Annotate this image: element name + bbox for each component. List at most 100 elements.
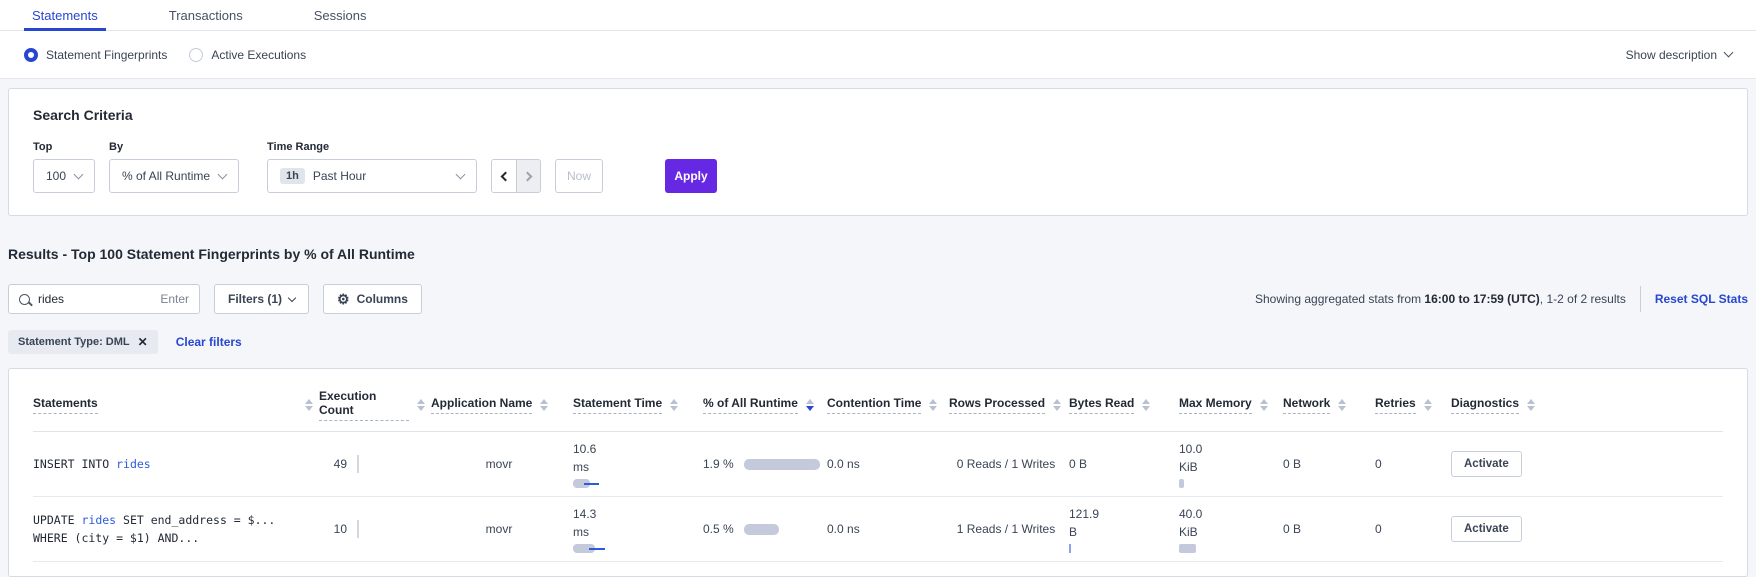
reset-sql-stats-link[interactable]: Reset SQL Stats bbox=[1655, 292, 1748, 306]
execution-count-value: 49 bbox=[319, 457, 347, 471]
stats-suffix: , 1-2 of 2 results bbox=[1540, 292, 1626, 306]
application-name-value: movr bbox=[431, 522, 573, 536]
statement-cell[interactable]: INSERT INTO rides bbox=[33, 455, 319, 473]
radio-active-executions[interactable]: Active Executions bbox=[189, 48, 306, 62]
stats-summary: Showing aggregated stats from 16:00 to 1… bbox=[1255, 292, 1626, 306]
col-max-memory[interactable]: Max Memory bbox=[1179, 396, 1252, 414]
clear-filters-link[interactable]: Clear filters bbox=[176, 335, 242, 349]
top-select-value: 100 bbox=[46, 169, 66, 183]
statements-table: Statements Execution Count Application N… bbox=[8, 368, 1748, 577]
time-range-select[interactable]: 1h Past Hour bbox=[267, 159, 477, 193]
radio-statement-fingerprints[interactable]: Statement Fingerprints bbox=[24, 48, 167, 62]
pct-runtime-bar bbox=[744, 459, 820, 470]
show-description-toggle[interactable]: Show description bbox=[1626, 48, 1732, 62]
tab-statements[interactable]: Statements bbox=[24, 0, 106, 30]
sort-bytes-read[interactable] bbox=[1142, 399, 1150, 411]
execution-count-value: 10 bbox=[319, 522, 347, 536]
filters-button[interactable]: Filters (1) bbox=[214, 284, 309, 314]
sort-network[interactable] bbox=[1338, 399, 1346, 411]
statement-time-unit: ms bbox=[573, 458, 697, 476]
time-next-button[interactable] bbox=[516, 160, 540, 192]
top-select[interactable]: 100 bbox=[33, 159, 95, 193]
bytes-read-value: 121.9 bbox=[1069, 505, 1173, 523]
sort-max-memory[interactable] bbox=[1260, 399, 1268, 411]
statement-time-value: 14.3 bbox=[573, 505, 697, 523]
sort-retries[interactable] bbox=[1424, 399, 1432, 411]
max-memory-bar bbox=[1179, 479, 1277, 488]
view-mode-row: Statement Fingerprints Active Executions… bbox=[0, 31, 1756, 79]
tab-transactions[interactable]: Transactions bbox=[161, 0, 251, 30]
statement-cell[interactable]: UPDATE rides SET end_address = $... WHER… bbox=[33, 511, 319, 548]
search-enter-label[interactable]: Enter bbox=[160, 292, 189, 306]
radio-selected-icon bbox=[24, 48, 38, 62]
search-criteria-title: Search Criteria bbox=[33, 107, 1723, 123]
contention-time-value: 0.0 ns bbox=[827, 457, 949, 471]
apply-button[interactable]: Apply bbox=[665, 159, 717, 193]
col-contention-time[interactable]: Contention Time bbox=[827, 396, 921, 414]
statement-time-unit: ms bbox=[573, 523, 697, 541]
statement-link[interactable]: rides bbox=[81, 513, 116, 527]
col-rows-processed[interactable]: Rows Processed bbox=[949, 396, 1045, 414]
col-retries[interactable]: Retries bbox=[1375, 396, 1416, 414]
now-button[interactable]: Now bbox=[555, 159, 603, 193]
col-bytes-read[interactable]: Bytes Read bbox=[1069, 396, 1134, 414]
time-nav-group bbox=[491, 159, 541, 193]
sort-rows-processed[interactable] bbox=[1053, 399, 1061, 411]
max-memory-unit: KiB bbox=[1179, 523, 1277, 541]
col-network[interactable]: Network bbox=[1283, 396, 1330, 414]
sort-execution-count[interactable] bbox=[417, 399, 425, 411]
sort-diagnostics[interactable] bbox=[1527, 399, 1535, 411]
table-row: UPDATE rides SET end_address = $... WHER… bbox=[33, 497, 1723, 562]
search-field-wrap: Enter bbox=[8, 284, 200, 314]
tab-sessions[interactable]: Sessions bbox=[306, 0, 375, 30]
activate-diagnostics-button[interactable]: Activate bbox=[1451, 516, 1522, 542]
time-prev-button[interactable] bbox=[492, 160, 516, 192]
table-header-row: Statements Execution Count Application N… bbox=[33, 375, 1723, 432]
by-select[interactable]: % of All Runtime bbox=[109, 159, 239, 193]
col-statement-time[interactable]: Statement Time bbox=[573, 396, 662, 414]
activate-diagnostics-button[interactable]: Activate bbox=[1451, 451, 1522, 477]
pct-runtime-value: 1.9 % bbox=[703, 457, 734, 471]
sort-statements[interactable] bbox=[305, 399, 313, 411]
contention-time-value: 0.0 ns bbox=[827, 522, 949, 536]
close-icon[interactable]: ✕ bbox=[138, 335, 148, 349]
active-filters-row: Statement Type: DML ✕ Clear filters bbox=[8, 330, 1748, 354]
rows-processed-value: 0 Reads / 1 Writes bbox=[949, 457, 1069, 471]
radio-unselected-icon bbox=[189, 48, 203, 62]
statement-time-bar bbox=[573, 544, 697, 553]
stats-range: 16:00 to 17:59 (UTC) bbox=[1424, 292, 1539, 306]
radio-label: Statement Fingerprints bbox=[46, 48, 167, 62]
max-memory-value: 10.0 bbox=[1179, 440, 1277, 458]
pct-runtime-value: 0.5 % bbox=[703, 522, 734, 536]
col-diagnostics[interactable]: Diagnostics bbox=[1451, 396, 1519, 414]
sort-application-name[interactable] bbox=[540, 399, 548, 411]
by-label: By bbox=[109, 141, 239, 153]
filters-button-label: Filters (1) bbox=[228, 292, 282, 306]
col-statements[interactable]: Statements bbox=[33, 396, 98, 414]
sort-statement-time[interactable] bbox=[670, 399, 678, 411]
chevron-right-icon bbox=[522, 171, 532, 181]
sort-pct-runtime[interactable] bbox=[806, 399, 814, 411]
time-range-label: Time Range bbox=[267, 141, 477, 153]
col-pct-runtime[interactable]: % of All Runtime bbox=[703, 396, 798, 414]
col-execution-count[interactable]: Execution Count bbox=[319, 389, 409, 421]
gear-icon: ⚙ bbox=[337, 291, 350, 308]
sort-contention-time[interactable] bbox=[929, 399, 937, 411]
columns-button[interactable]: ⚙ Columns bbox=[323, 284, 422, 314]
statement-link[interactable]: rides bbox=[116, 457, 151, 471]
rows-processed-value: 1 Reads / 1 Writes bbox=[949, 522, 1069, 536]
time-range-value: Past Hour bbox=[313, 169, 366, 183]
execution-count-bar bbox=[357, 455, 359, 473]
search-icon bbox=[19, 294, 30, 305]
max-memory-bar bbox=[1179, 544, 1277, 553]
retries-value: 0 bbox=[1375, 522, 1451, 536]
max-memory-unit: KiB bbox=[1179, 458, 1277, 476]
bytes-read-value: 0 B bbox=[1069, 457, 1179, 471]
col-application-name[interactable]: Application Name bbox=[431, 396, 532, 414]
show-description-label: Show description bbox=[1626, 48, 1717, 62]
bytes-read-unit: B bbox=[1069, 523, 1173, 541]
search-input[interactable] bbox=[38, 292, 152, 306]
filter-chip-statement-type: Statement Type: DML ✕ bbox=[8, 330, 158, 354]
results-controls: Enter Filters (1) ⚙ Columns Showing aggr… bbox=[8, 284, 1748, 314]
statement-time-bar bbox=[573, 479, 697, 488]
